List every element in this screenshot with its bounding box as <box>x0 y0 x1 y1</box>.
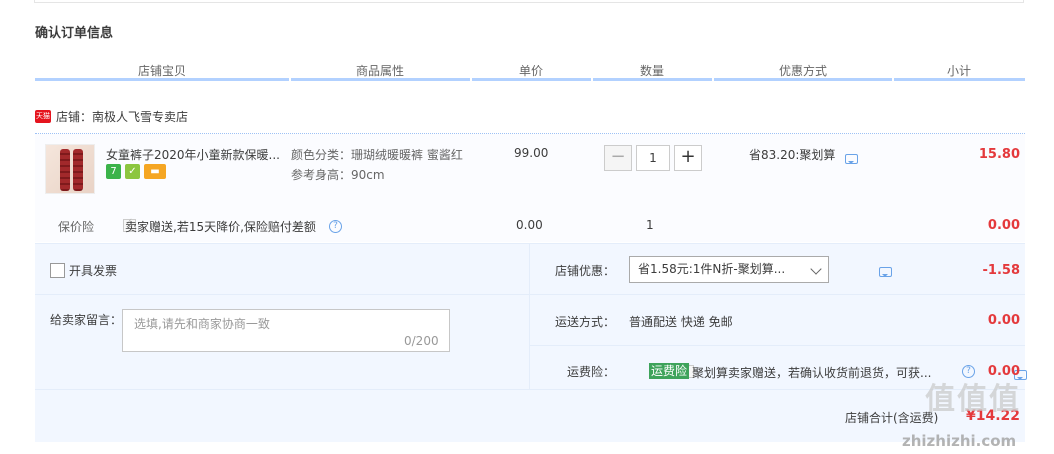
header-underline <box>714 78 892 81</box>
product-thumbnail[interactable] <box>45 144 95 194</box>
card-payment-icon: ▬ <box>144 164 166 179</box>
attr-size: 参考身高：90cm <box>291 168 385 182</box>
shop-name[interactable]: 店铺：南极人飞雪专卖店 <box>56 108 188 125</box>
header-underline <box>291 78 470 81</box>
col-unit-price: 单价 <box>519 64 544 78</box>
product-image-part <box>73 149 83 191</box>
col-quantity: 数量 <box>640 64 665 78</box>
watermark-url: zhizhizhi.com <box>902 432 1017 450</box>
top-border <box>34 0 1024 3</box>
item-subtotal: 15.80 <box>978 147 1020 162</box>
message-icon[interactable] <box>845 154 858 164</box>
col-attributes: 商品属性 <box>356 64 405 78</box>
invoice-option[interactable]: 开具发票 <box>50 262 117 279</box>
help-icon[interactable]: ? <box>329 220 342 233</box>
tmall-icon: 天猫 <box>35 110 51 123</box>
attr-color: 颜色分类：珊瑚绒暖暖裤 蜜酱红 <box>291 148 463 162</box>
memo-char-count: 0/200 <box>404 334 439 348</box>
freight-insurance-label: 运费险： <box>567 365 616 379</box>
freight-insurance-tag: 运费险 <box>649 363 690 379</box>
shop-row: 天猫 店铺：南极人飞雪专卖店 <box>35 108 188 125</box>
row-divider <box>35 389 1025 390</box>
watermark-logo: 值值值 <box>925 382 1021 417</box>
insurance-quantity: 1 <box>646 218 654 232</box>
row-divider <box>35 294 529 295</box>
product-image-part <box>60 149 70 191</box>
shipping-label: 运送方式： <box>555 315 616 329</box>
promo-text: 省83.20:聚划算 <box>749 148 836 162</box>
chevron-down-icon <box>810 263 822 275</box>
quantity-input[interactable]: 1 <box>636 145 670 171</box>
product-title[interactable]: 女童裤子2020年小童新款保暖... <box>106 146 286 163</box>
quantity-stepper: − 1 + <box>604 145 702 171</box>
insurance-subtotal: 0.00 <box>987 218 1020 233</box>
shipping-amount: 0.00 <box>987 313 1020 328</box>
header-underline <box>35 78 289 81</box>
decrease-button[interactable]: − <box>604 145 632 171</box>
message-icon[interactable] <box>878 267 892 277</box>
insurance-desc: 卖家赠送,若15天降价,保险赔付差额 <box>125 220 316 234</box>
invoice-label: 开具发票 <box>69 264 118 278</box>
freight-insurance-desc: 聚划算卖家赠送，若确认收货前退货，可获... <box>692 366 932 380</box>
col-subtotal: 小计 <box>947 64 972 78</box>
insurance-price: 0.00 <box>516 218 543 232</box>
col-shop-item: 店铺宝贝 <box>138 64 187 78</box>
guarantee-icon: ✓ <box>125 164 140 179</box>
insurance-label: 保价险 <box>58 220 95 234</box>
service-icons: 7 ✓ ▬ <box>106 164 166 179</box>
row-divider <box>530 294 1025 295</box>
header-underline <box>472 78 591 81</box>
shop-discount-select[interactable]: 省1.58元:1件N折-聚划算... <box>629 256 829 283</box>
shop-discount-label: 店铺优惠： <box>555 264 616 278</box>
increase-button[interactable]: + <box>674 145 702 171</box>
unit-price: 99.00 <box>514 146 549 160</box>
shop-discount-value: 省1.58元:1件N折-聚划算... <box>638 262 786 276</box>
row-divider <box>530 345 1025 346</box>
header-underline <box>593 78 712 81</box>
panel-divider <box>529 244 530 389</box>
shipping-value: 普通配送 快递 免邮 <box>629 315 733 329</box>
memo-placeholder: 选填,请先和商家协商一致 <box>134 317 270 331</box>
seven-day-return-icon: 7 <box>106 164 121 179</box>
col-discount: 优惠方式 <box>779 64 828 78</box>
shop-discount-amount: -1.58 <box>982 263 1020 278</box>
header-underline <box>894 78 1025 81</box>
section-title: 确认订单信息 <box>35 26 114 41</box>
invoice-checkbox[interactable] <box>50 263 65 278</box>
memo-label: 给卖家留言： <box>50 313 123 327</box>
